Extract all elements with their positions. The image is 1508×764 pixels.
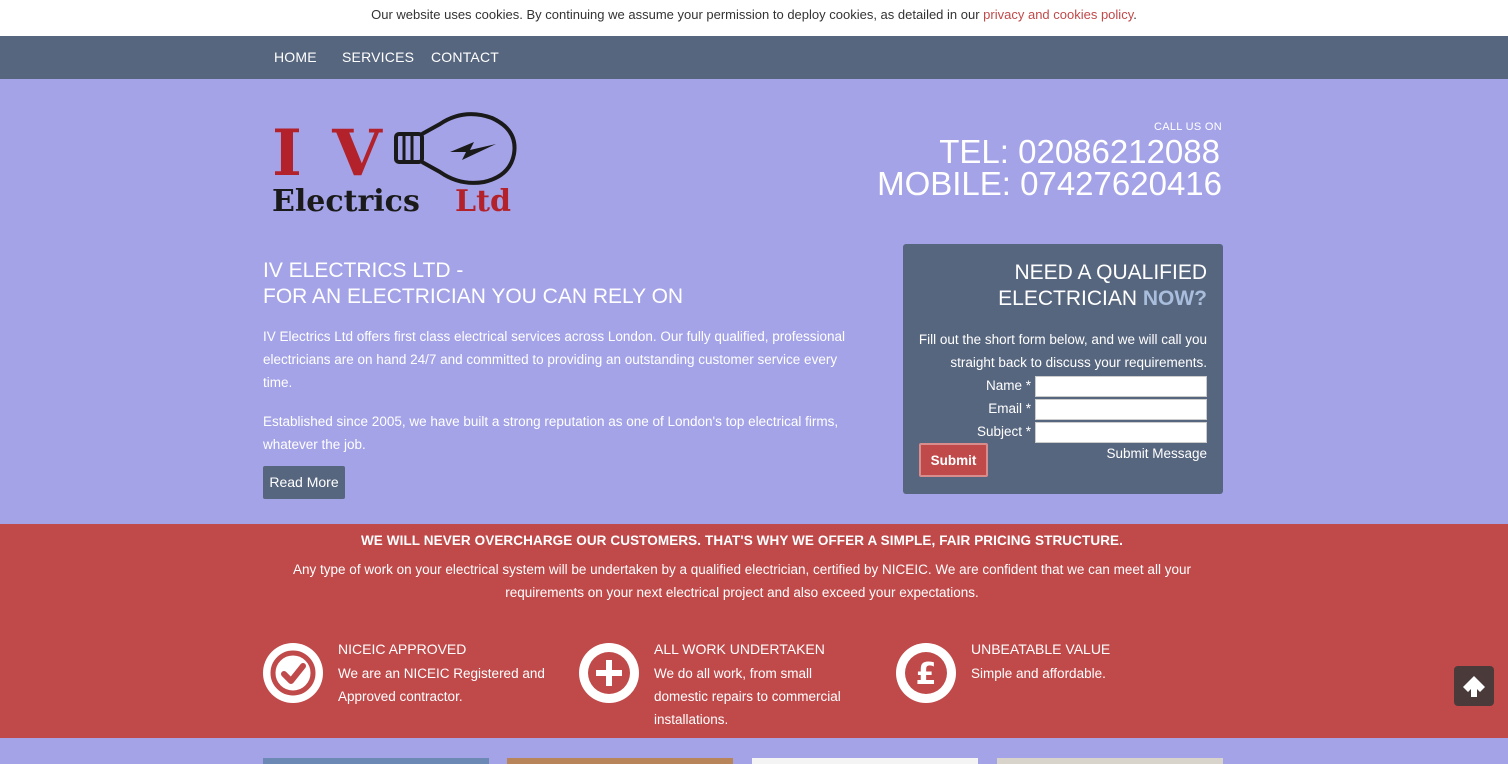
- nav-item-home[interactable]: HOME: [274, 49, 317, 65]
- feature-title: ALL WORK UNDERTAKEN: [654, 641, 825, 657]
- nav-item-services[interactable]: SERVICES: [342, 49, 414, 65]
- name-input[interactable]: [1035, 376, 1207, 397]
- pound-circle-icon: £: [896, 643, 956, 703]
- form-title-line2: ELECTRICIAN: [998, 287, 1143, 310]
- logo-ltd-text: Ltd: [455, 184, 511, 219]
- feature-all-work: ALL WORK UNDERTAKEN We do all work, from…: [579, 640, 879, 727]
- pricing-heading: WE WILL NEVER OVERCHARGE OUR CUSTOMERS. …: [360, 533, 1124, 548]
- name-row: Name *: [907, 376, 1207, 397]
- back-to-top-button[interactable]: [1454, 666, 1494, 706]
- name-label: Name *: [985, 378, 1031, 393]
- feature-text: We do all work, from small domestic repa…: [654, 666, 841, 727]
- logo-iv-text: I V: [272, 116, 386, 191]
- feature-title: UNBEATABLE VALUE: [971, 641, 1111, 657]
- feature-niceic: NICEIC APPROVED We are an NICEIC Registe…: [263, 640, 563, 720]
- submit-message-label: Submit Message: [1106, 446, 1207, 461]
- gallery-thumbnail[interactable]: [997, 758, 1223, 764]
- email-label: Email *: [988, 401, 1031, 416]
- feature-value: £ UNBEATABLE VALUE Simple and affordable…: [896, 640, 1196, 720]
- cookie-notice-text: Our website uses cookies. By continuing …: [371, 7, 984, 22]
- hero-title: IV ELECTRICS LTD - FOR AN ELECTRICIAN YO…: [263, 258, 823, 310]
- plus-circle-icon: [579, 643, 639, 703]
- cookie-notice-end: .: [1133, 7, 1137, 22]
- main-nav: HOME SERVICES CONTACT: [0, 36, 1508, 79]
- submit-button[interactable]: Submit: [919, 443, 988, 477]
- subject-input[interactable]: [1035, 422, 1207, 443]
- pricing-band: WE WILL NEVER OVERCHARGE OUR CUSTOMERS. …: [0, 524, 1508, 738]
- hero-title-line1: IV ELECTRICS LTD -: [263, 259, 464, 282]
- call-us-label: CALL US ON: [1153, 121, 1222, 133]
- gallery-thumbnail[interactable]: [507, 758, 733, 764]
- form-title-now: NOW?: [1142, 287, 1207, 310]
- mobile-number[interactable]: MOBILE: 07427620416: [877, 166, 1222, 202]
- nav-item-contact[interactable]: CONTACT: [431, 49, 499, 65]
- svg-text:£: £: [916, 657, 937, 692]
- email-input[interactable]: [1035, 399, 1207, 420]
- callback-form: NEED A QUALIFIED ELECTRICIAN NOW? Fill o…: [903, 244, 1223, 494]
- logo-electrics-text: Electrics: [272, 184, 420, 219]
- form-title-line1: NEED A QUALIFIED: [1014, 261, 1207, 284]
- company-logo[interactable]: I V Electrics Ltd: [272, 108, 522, 223]
- hero-title-line2: FOR AN ELECTRICIAN YOU CAN RELY ON: [263, 285, 684, 308]
- pricing-text: Any type of work on your electrical syst…: [293, 562, 1191, 600]
- lightbulb-icon: [394, 112, 517, 185]
- hero-paragraph-1: IV Electrics Ltd offers first class elec…: [263, 329, 845, 390]
- form-title: NEED A QUALIFIED ELECTRICIAN NOW?: [998, 260, 1207, 312]
- gallery-thumbnail[interactable]: [263, 758, 489, 764]
- read-more-button[interactable]: Read More: [263, 466, 345, 499]
- subject-label: Subject *: [976, 424, 1031, 439]
- arrow-up-icon: [1463, 676, 1485, 697]
- gallery-thumbnail[interactable]: [752, 758, 978, 764]
- email-row: Email *: [907, 399, 1207, 420]
- form-description: Fill out the short form below, and we wi…: [918, 332, 1207, 370]
- feature-title: NICEIC APPROVED: [338, 641, 467, 657]
- check-circle-icon: [263, 643, 323, 703]
- hero-paragraph-2: Established since 2005, we have built a …: [263, 414, 839, 452]
- cookie-notice-bar: Our website uses cookies. By continuing …: [0, 0, 1508, 36]
- subject-row: Subject *: [907, 422, 1207, 443]
- feature-text: Simple and affordable.: [971, 666, 1106, 681]
- feature-text: We are an NICEIC Registered and Approved…: [338, 666, 545, 704]
- privacy-policy-link[interactable]: privacy and cookies policy: [983, 7, 1133, 22]
